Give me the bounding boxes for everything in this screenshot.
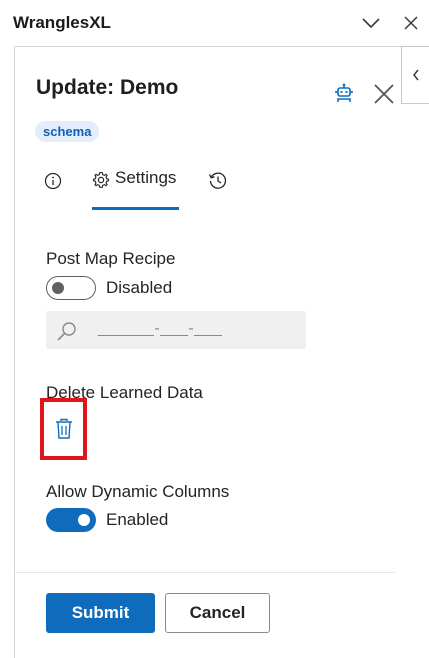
post-map-recipe-label: Post Map Recipe [46, 249, 176, 268]
robot-icon[interactable] [332, 81, 356, 105]
recipe-search-input[interactable]: ______-___-___ [46, 311, 306, 349]
panel-title: Update: Demo [36, 76, 179, 99]
allow-dynamic-columns-status: Enabled [106, 510, 169, 529]
schema-badge: schema [35, 121, 100, 142]
allow-dynamic-columns-toggle[interactable] [46, 508, 96, 532]
history-icon [208, 172, 227, 189]
toggle-knob [52, 282, 64, 294]
pane-collapse-button[interactable] [401, 46, 429, 104]
close-icon[interactable] [397, 9, 425, 37]
panel-close-icon[interactable] [370, 80, 398, 108]
gear-icon [92, 171, 110, 188]
tab-history[interactable] [208, 168, 230, 210]
tab-info[interactable] [44, 168, 66, 210]
toggle-knob [78, 514, 90, 526]
delete-learned-data-label: Delete Learned Data [46, 383, 203, 402]
delete-learned-data-button[interactable] [52, 416, 76, 442]
tab-settings-label: Settings [115, 168, 177, 187]
submit-button[interactable]: Submit [46, 593, 155, 633]
cancel-button[interactable]: Cancel [165, 593, 270, 633]
trash-icon [56, 418, 72, 439]
search-icon [57, 322, 76, 341]
chevron-down-icon[interactable] [357, 9, 385, 37]
footer-divider [15, 572, 395, 573]
title-bar: WranglesXL [0, 0, 429, 46]
app-title: WranglesXL [13, 13, 111, 32]
info-icon [44, 172, 62, 190]
post-map-recipe-status: Disabled [106, 278, 173, 297]
allow-dynamic-columns-label: Allow Dynamic Columns [46, 482, 230, 501]
post-map-recipe-toggle[interactable] [46, 276, 96, 300]
chevron-left-icon [412, 69, 419, 81]
search-placeholder: ______-___-___ [98, 320, 223, 337]
tab-settings[interactable]: Settings [92, 168, 179, 210]
